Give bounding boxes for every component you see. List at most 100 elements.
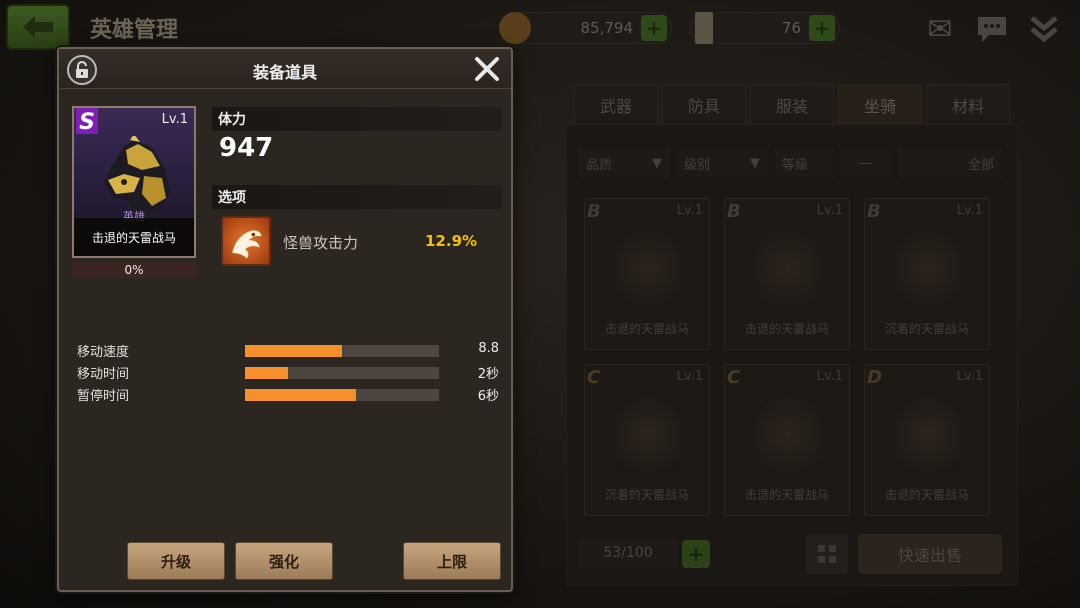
tab-costume[interactable]: 服装 [750,84,834,124]
horse-icon [615,233,681,303]
stat-row-move-speed: 移动速度 8.8 [77,341,499,360]
close-icon [475,57,499,81]
stat-bar [245,345,439,357]
stat-bar [245,389,439,401]
ticket-counter: 76 + [690,12,840,44]
item-level: Lv.1 [816,203,843,218]
collapse-menu-icon[interactable] [1024,12,1064,46]
stamina-header: 体力 [212,107,502,131]
close-button[interactable] [471,53,503,85]
grade-badge: C [727,367,741,388]
inventory-footer: 53/100 + 快速出售 [578,532,1008,576]
gold-value: 85,794 [580,19,634,37]
horse-icon [895,399,961,469]
inventory-item[interactable]: C Lv.1 击退的天雷战马 [724,364,850,516]
stat-bar-fill [245,389,356,401]
enhance-button[interactable]: 强化 [235,542,333,580]
option-value: 12.9% [425,232,478,250]
grade-badge: B [587,201,601,222]
options-header: 选项 [212,185,502,209]
chat-icon[interactable] [972,12,1012,46]
item-level: Lv.1 [676,203,703,218]
horse-icon [615,399,681,469]
stat-bar-fill [245,367,288,379]
horse-icon [895,233,961,303]
horse-icon [755,233,821,303]
item-name: 击退的天雷战马 [744,488,829,502]
mail-icon[interactable]: ✉ [920,12,960,47]
inventory-item[interactable]: B Lv.1 击退的天雷战马 [584,198,710,350]
stat-row-move-time: 移动时间 2秒 [77,363,499,382]
dragon-claw-icon [221,216,271,266]
arrow-left-icon [23,16,53,38]
all-filter[interactable]: 全部 [898,148,1002,178]
ticket-icon [695,12,713,44]
grade-s-badge: S [76,108,98,134]
item-progress: 0% [72,262,196,278]
item-name: 击退的天雷战马 [74,218,194,256]
modal-title: 装备道具 [252,63,317,82]
stat-row-pause-time: 暂停时间 6秒 [77,385,499,404]
dropdown-icon: ▼ [750,155,760,171]
grid-icon [818,545,836,563]
add-ticket-button[interactable]: + [809,15,835,41]
expand-inventory-button[interactable]: + [682,540,710,568]
dropdown-icon: ▼ [652,155,662,171]
stat-label: 移动速度 [77,345,130,360]
inventory-item[interactable]: B Lv.1 击退的天雷战马 [724,198,850,350]
horse-icon [755,399,821,469]
item-level: Lv.1 [816,369,843,384]
gold-counter: 85,794 + [499,12,672,44]
inventory-count: 53/100 [578,538,678,568]
item-level: Lv.1 [956,369,983,384]
inventory-item[interactable]: D Lv.1 击退的天雷战马 [864,364,990,516]
item-level: Lv.1 [956,203,983,218]
limit-button[interactable]: 上限 [403,542,501,580]
tab-armor[interactable]: 防具 [662,84,746,124]
item-name: 沉着的天雷战马 [884,322,969,336]
equip-item-modal: 装备道具 S Lv.1 英雄 击退的天雷战马 0% 体力 947 选项 怪兽攻击… [57,47,513,592]
tab-mount[interactable]: 坐骑 [838,84,922,124]
back-button[interactable] [6,4,70,50]
svg-text:S: S [79,110,95,134]
grade-badge: B [867,201,881,222]
upgrade-button[interactable]: 升级 [127,542,225,580]
stat-value: 2秒 [477,367,499,382]
item-name: 沉着的天雷战马 [604,488,689,502]
item-level: Lv.1 [161,112,188,127]
stat-bar [245,367,439,379]
stamina-value: 947 [219,133,274,163]
quick-sell-button[interactable]: 快速出售 [858,534,1002,574]
inventory-grid: B Lv.1 击退的天雷战马 B Lv.1 击退的天雷战马 B Lv.1 沉着的天雷战马 C… [584,198,990,516]
stat-label: 移动时间 [77,367,130,382]
grade-badge: B [727,201,741,222]
item-card: S Lv.1 英雄 击退的天雷战马 [72,106,196,258]
page-title: 英雄管理 [90,18,179,43]
level-filter-label: 级别 [684,157,711,173]
filter-bar: 品质 ▼ 级别 ▼ 等级 — 全部 [578,148,1008,178]
item-level: Lv.1 [676,369,703,384]
item-name: 击退的天雷战马 [744,322,829,336]
grade-filter[interactable]: 等级 [774,148,834,178]
stat-bar-fill [245,345,342,357]
option-name: 怪兽攻击力 [283,234,359,252]
quality-filter-label: 品质 [586,157,613,173]
gold-coin-icon [499,12,531,44]
tab-material[interactable]: 材料 [926,84,1010,124]
item-name: 击退的天雷战马 [604,322,689,336]
add-gold-button[interactable]: + [641,15,667,41]
grid-view-button[interactable] [806,534,848,574]
level-filter[interactable]: 级别 ▼ [676,148,768,178]
stat-label: 暂停时间 [77,389,130,404]
ticket-value: 76 [781,19,801,37]
inventory-item[interactable]: C Lv.1 沉着的天雷战马 [584,364,710,516]
stat-value: 8.8 [478,341,499,356]
filter-dash: — [840,148,892,178]
inventory-item[interactable]: B Lv.1 沉着的天雷战马 [864,198,990,350]
modal-header: 装备道具 [59,49,511,89]
category-tabs: 武器 防具 服装 坐骑 材料 [574,84,1010,124]
quality-filter[interactable]: 品质 ▼ [578,148,670,178]
stat-value: 6秒 [477,389,499,404]
item-name: 击退的天雷战马 [884,488,969,502]
tab-weapon[interactable]: 武器 [574,84,658,124]
